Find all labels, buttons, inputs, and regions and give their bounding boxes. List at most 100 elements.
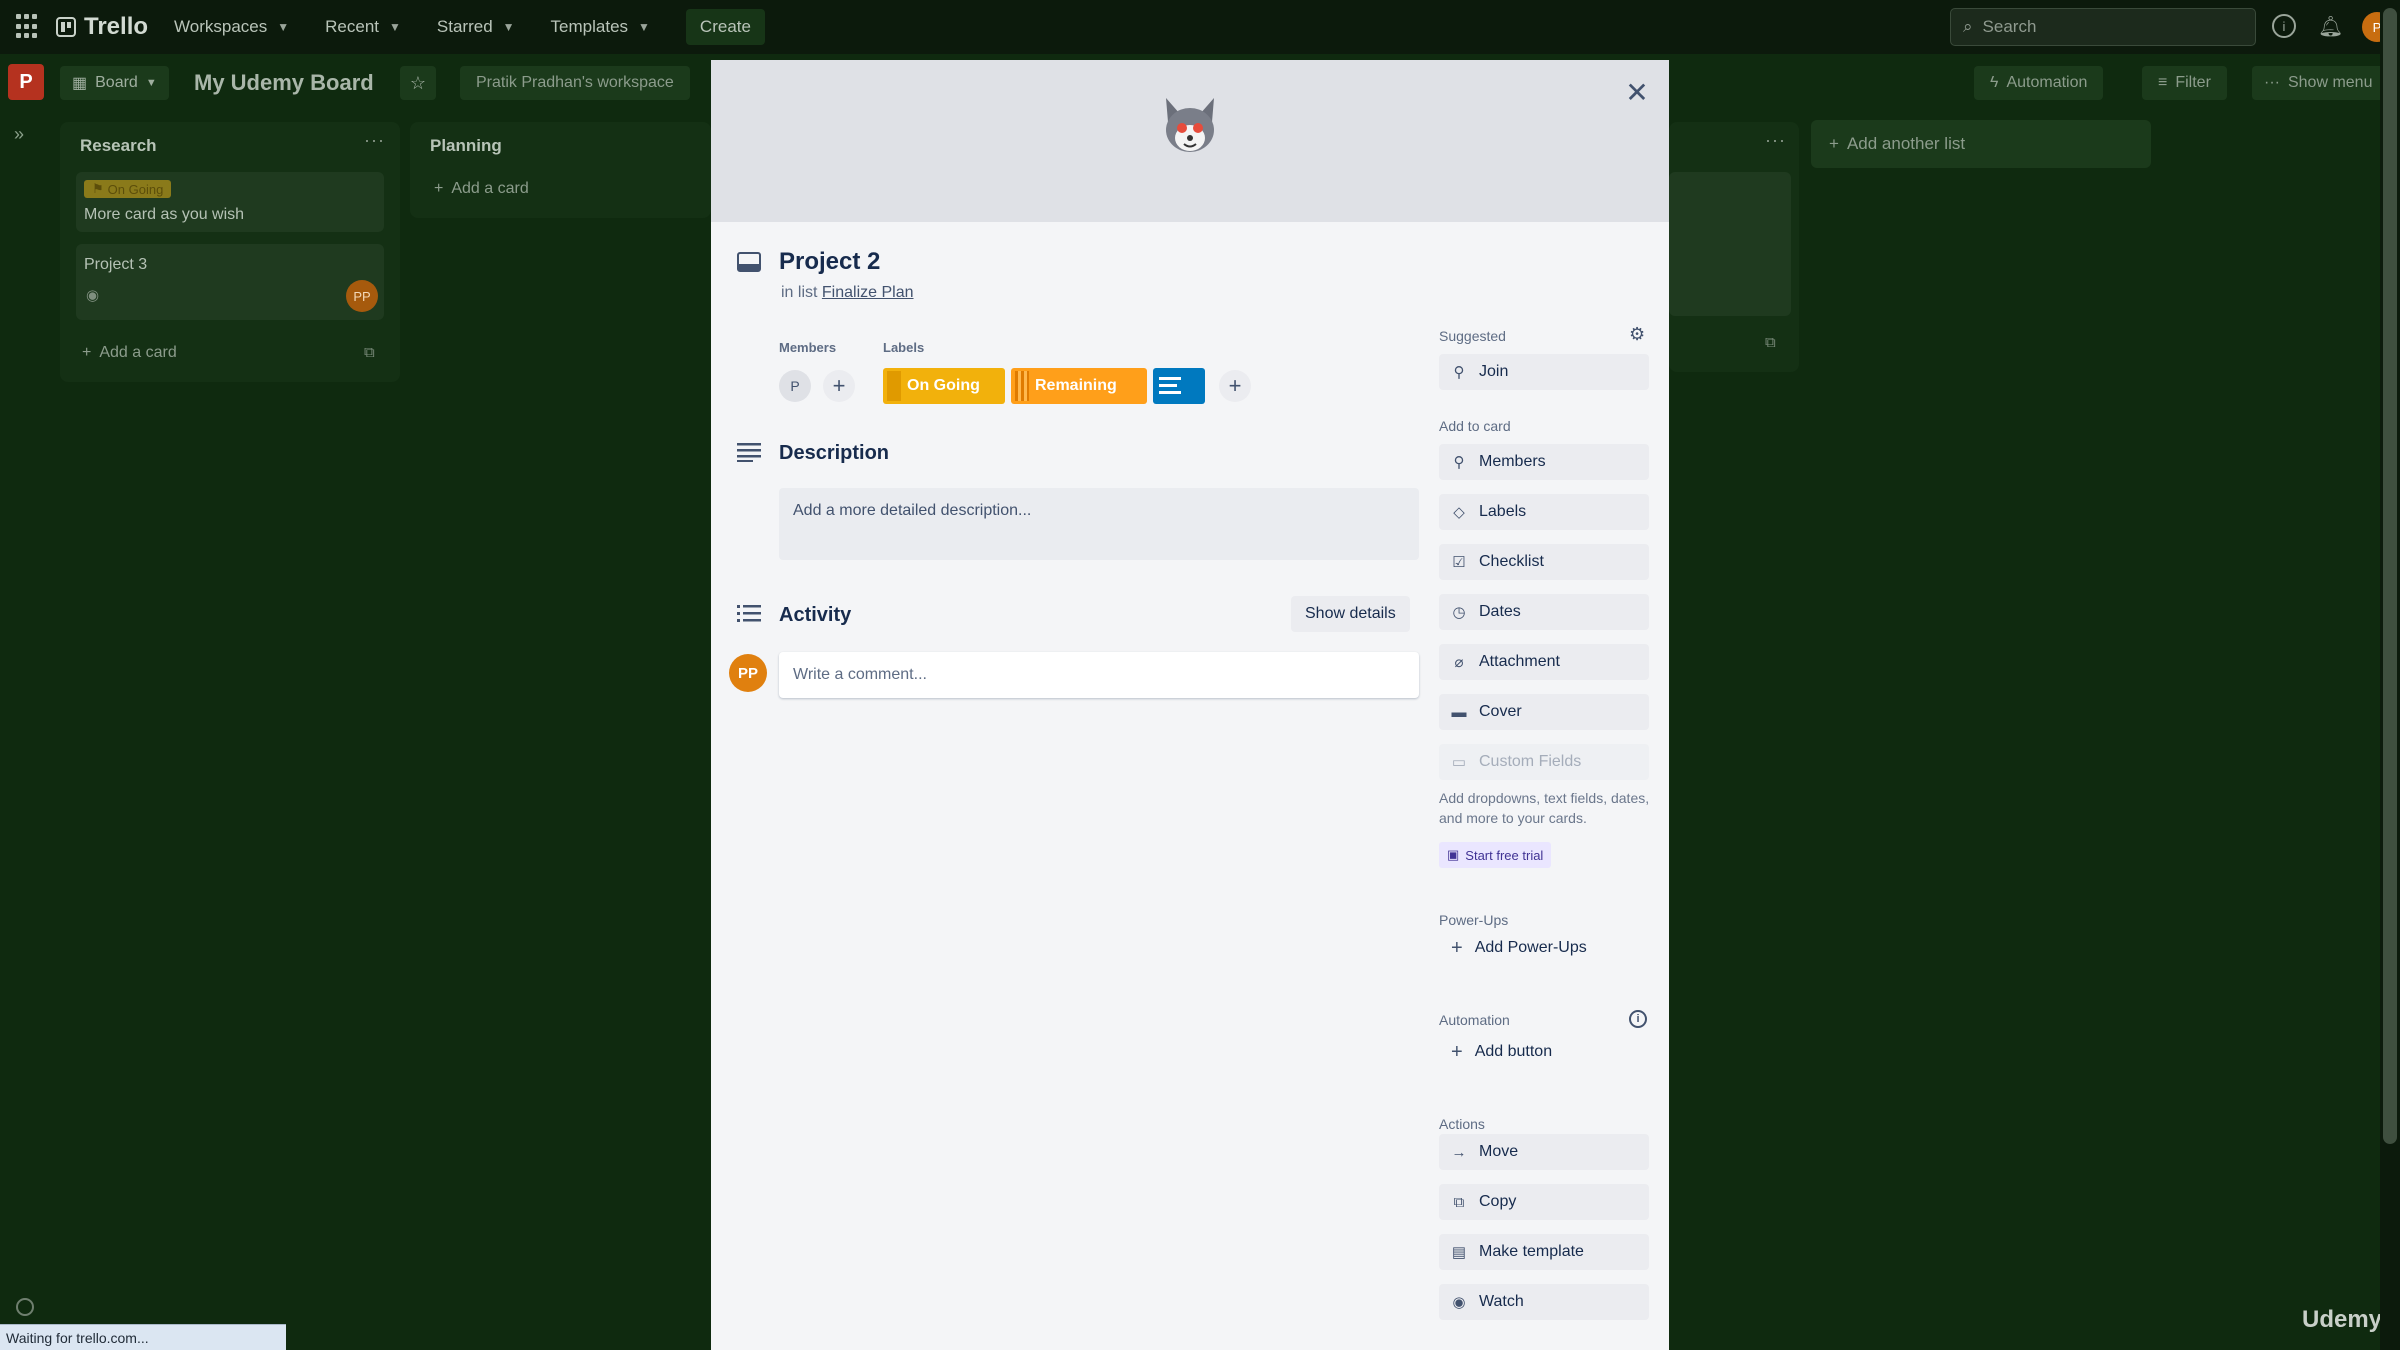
chevron-down-icon: ▼ [389,20,401,34]
board-view-button[interactable]: ▦ Board ▼ [60,66,169,100]
custom-fields-button-label: Custom Fields [1479,753,1582,770]
board-view-label: Board [95,74,138,91]
show-details-button[interactable]: Show details [1291,596,1410,632]
nav-templates-label: Templates [550,17,629,36]
list-link[interactable]: Finalize Plan [822,284,914,301]
template-icon: ▤ [1451,1244,1467,1261]
info-icon[interactable]: i [1629,1010,1647,1028]
board-title[interactable]: My Udemy Board [186,68,382,98]
add-card-button[interactable]: + Add a card [434,180,529,198]
automation-button[interactable]: ϟ Automation [1974,66,2104,100]
chevron-down-icon: ▼ [277,20,290,34]
list-menu-icon[interactable]: ··· [364,130,385,151]
list-title[interactable]: Planning [430,136,502,156]
label-text: Remaining [1035,377,1117,394]
move-button[interactable]: → Move [1439,1134,1649,1170]
activity-heading: Activity [779,604,852,626]
copy-button[interactable]: ⧉ Copy [1439,1184,1649,1220]
custom-fields-button[interactable]: ▭ Custom Fields [1439,744,1649,780]
dates-button[interactable]: ◷ Dates [1439,594,1649,630]
workspace-visibility-button[interactable]: Pratik Pradhan's workspace [460,66,690,100]
browser-status-bar: Waiting for trello.com... [0,1324,286,1350]
list-title[interactable]: Research [80,136,157,156]
start-free-trial-button[interactable]: ▣ Start free trial [1439,842,1552,868]
card-detail-modal: ✕ Project 2 in list Finalize Plan Member… [711,60,1669,1350]
add-button-label: Add button [1474,1043,1553,1060]
show-menu-button[interactable]: ··· Show menu [2252,66,2385,100]
template-icon[interactable]: ⧉ [364,344,375,361]
avatar[interactable]: PP [346,280,378,312]
lightning-icon: ϟ [1990,74,1999,91]
member-avatar[interactable]: P [779,370,811,402]
plus-icon: + [1451,936,1463,959]
add-card-label: Add a card [99,344,177,361]
workspace-badge[interactable]: P [8,64,44,100]
template-icon[interactable]: ⧉ [1765,334,1776,351]
join-button[interactable]: ⚲ Join [1439,354,1649,390]
nav-templates[interactable]: Templates ▼ [551,17,650,37]
watch-label: Watch [1479,1293,1524,1310]
cover-button[interactable]: ▬ Cover [1439,694,1649,730]
filter-icon: ≡ [2158,74,2168,91]
nav-workspaces[interactable]: Workspaces ▼ [174,17,289,37]
description-field[interactable]: Add a more detailed description... [779,488,1419,560]
scrollbar-thumb[interactable] [2383,8,2397,1144]
card-text: Project 3 [84,256,148,273]
label-on-going[interactable]: On Going [883,368,1005,404]
list-planning: Planning + Add a card [410,122,711,218]
person-icon: ⚲ [1453,454,1465,471]
clock-icon: ◷ [1452,604,1466,621]
label-blue[interactable] [1153,368,1205,404]
help-icon[interactable] [16,1298,34,1316]
top-icon-group: i 🔔︎ [2272,14,2343,38]
description-heading: Description [779,442,890,464]
card-text: More card as you wish [84,206,245,223]
cover-icon: ▬ [1451,703,1467,721]
fields-icon: ▭ [1451,754,1467,771]
plus-icon: + [82,344,92,361]
add-label-icon[interactable]: + [1219,370,1251,402]
watch-eye-icon: ◉ [86,287,100,304]
list-card[interactable]: Project 3 ◉ PP [76,244,384,320]
list-card[interactable]: ⚑ On Going More card as you wish [76,172,384,232]
search-input[interactable]: ⌕ Search [1950,8,2256,46]
list-card[interactable] [1669,172,1791,316]
activity-icon [737,604,761,629]
app-switcher-icon[interactable] [16,14,42,40]
avatar[interactable]: PP [729,654,767,692]
labels-label: Labels [883,340,925,355]
star-icon[interactable]: ☆ [400,66,436,100]
add-member-icon[interactable]: + [823,370,855,402]
watch-button[interactable]: ◉ Watch [1439,1284,1649,1320]
trello-logo[interactable]: Trello [56,13,148,41]
more-icon: ··· [2264,74,2280,91]
labels-button[interactable]: ◇ Labels [1439,494,1649,530]
bell-icon[interactable]: 🔔︎ [2318,14,2343,38]
card-title[interactable]: Project 2 [779,248,880,276]
label-remaining[interactable]: Remaining [1011,368,1147,404]
nav-recent-label: Recent [325,17,380,36]
members-button[interactable]: ⚲ Members [1439,444,1649,480]
make-template-button[interactable]: ▤ Make template [1439,1234,1649,1270]
info-icon[interactable]: i [2272,14,2296,38]
label-stripe-icon [1015,371,1029,401]
add-powerups-button[interactable]: + Add Power-Ups [1439,930,1649,966]
gear-icon[interactable]: ⚙ [1629,324,1645,345]
nav-starred[interactable]: Starred ▼ [437,17,515,37]
filter-button[interactable]: ≡ Filter [2142,66,2227,100]
in-list-prefix: in list [781,284,818,301]
attachment-button[interactable]: ⌀ Attachment [1439,644,1649,680]
close-icon[interactable]: ✕ [1619,74,1655,110]
nav-workspaces-label: Workspaces [174,17,268,36]
list-menu-icon[interactable]: ··· [1765,130,1786,151]
checklist-icon: ☑ [1452,554,1466,571]
comment-input[interactable]: Write a comment... [779,652,1419,698]
create-button[interactable]: Create [685,9,765,45]
sidebar-expand-icon[interactable]: » [14,124,24,145]
add-card-button[interactable]: + Add a card [82,344,177,362]
add-button-button[interactable]: + Add button [1439,1034,1649,1070]
nav-recent[interactable]: Recent ▼ [325,17,401,37]
checklist-button[interactable]: ☑ Checklist [1439,544,1649,580]
move-label: Move [1479,1143,1519,1160]
add-another-list-button[interactable]: + Add another list [1811,120,2151,168]
